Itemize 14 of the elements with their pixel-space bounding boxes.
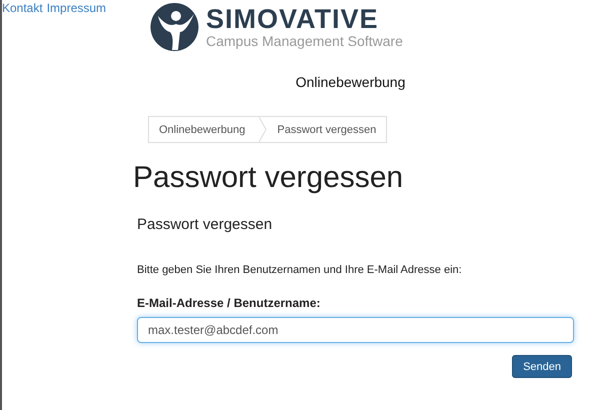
instruction-text: Bitte geben Sie Ihren Benutzernamen und Ihre E-Mail Adresse ein: xyxy=(137,264,463,276)
footer-link[interactable]: Impressum xyxy=(46,1,106,15)
logo-icon xyxy=(150,2,200,52)
email-username-field[interactable]: max.tester@abcdef.com xyxy=(137,317,574,343)
page-heading: Passwort vergessen xyxy=(133,161,404,195)
panel-title: Passwort vergessen xyxy=(137,216,274,233)
footer-link[interactable]: Kontakt xyxy=(2,1,43,15)
breadcrumb-item[interactable]: Passwort vergessen xyxy=(267,117,386,142)
send-button[interactable]: Senden xyxy=(512,355,572,378)
breadcrumb-item[interactable]: Onlinebewerbung xyxy=(149,117,260,142)
field-label: E-Mail-Adresse / Benutzername: xyxy=(137,296,322,310)
logo-wordmark: SIMOVATIVE xyxy=(206,5,380,33)
app-title: Onlinebewerbung xyxy=(296,74,406,90)
logo-tagline: Campus Management Software xyxy=(206,33,403,49)
